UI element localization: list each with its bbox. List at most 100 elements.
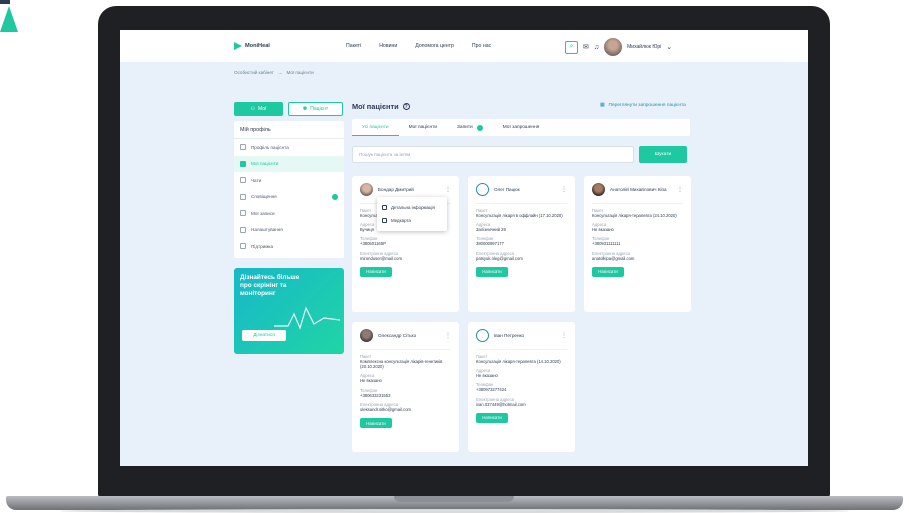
sidebar-item-label: Мої пацієнти	[251, 161, 279, 167]
laptop-shadow	[60, 509, 849, 513]
user-plus-icon: ⚇	[250, 106, 256, 112]
avatar[interactable]	[604, 38, 623, 56]
address-value: Залізничний 29	[476, 227, 506, 233]
email-value: oleksandr.sitko@gmail.com	[360, 406, 412, 412]
sidebar-item-label: Сповіщення	[251, 194, 277, 200]
more-options-icon[interactable]: ⋮	[445, 332, 451, 339]
medical-card-icon	[382, 218, 387, 223]
bell-icon[interactable]: ♫	[594, 44, 599, 51]
patient-tabs: Усі пацієнти Мої пацієнти Запити Мої зап…	[352, 119, 690, 136]
chevron-down-icon[interactable]: ⌄	[666, 43, 672, 51]
laptop-notch	[394, 496, 514, 502]
tab-requests[interactable]: Запити	[447, 119, 493, 136]
sidebar-item-settings[interactable]: Налаштування	[234, 222, 344, 239]
tab-my-patients[interactable]: Мої пацієнти	[399, 119, 447, 136]
sidebar-item-my-patients[interactable]: Мої пацієнти	[234, 155, 344, 172]
sidebar-menu: Мій профіль Профіль пацієнта Мої пацієнт…	[234, 121, 344, 258]
tab-label: Усі пацієнти	[362, 124, 389, 130]
nav-item-help-center[interactable]: Допомога центр	[415, 43, 454, 49]
package-value: Консультація лікаря-терапевта (24.10.202…	[592, 213, 677, 218]
sidebar-item-chats[interactable]: Чати	[234, 172, 344, 189]
sidebar-item-label: Профіль пацієнта	[251, 144, 289, 150]
avatar	[592, 183, 605, 196]
email-value: ivan.037449@hotmail.com	[476, 401, 526, 407]
card-header: Олег Пацюк ⋮	[476, 176, 567, 204]
chat-icon	[240, 177, 246, 184]
more-options-icon[interactable]: ⋮	[445, 186, 451, 193]
package-value: Комплексна консультація лікарів-генетикі…	[360, 359, 443, 370]
promo-button[interactable]: Дізнатися	[242, 330, 286, 341]
top-bar: MoniHeal Пакеті Новини Допомога центр Пр…	[120, 30, 808, 62]
write-button[interactable]: Написати	[592, 266, 624, 277]
avatar	[476, 329, 489, 342]
patient-card: Олександр Сітько ⋮ Пакет Комплексна конс…	[352, 322, 459, 452]
gear-icon	[240, 243, 246, 250]
search-icon[interactable]: ⌕	[565, 40, 578, 54]
corner-logo	[0, 0, 18, 32]
patient-card: Іван Петренко ⋮ Пакет Консультація лікар…	[468, 322, 575, 452]
menu-item-medical-card[interactable]: Медкарта	[382, 214, 442, 227]
search-row: Пошук пацієнта за ім'ям Шукати	[352, 146, 687, 163]
patient-button[interactable]: ⚉ Пацієнт	[288, 102, 343, 116]
phone-value: +380633231553	[360, 392, 391, 398]
write-button[interactable]: Написати	[476, 412, 508, 423]
menu-item-label: Детальна інформація	[391, 205, 435, 210]
write-button[interactable]: Написати	[360, 266, 392, 277]
tab-invitations[interactable]: Мої запрошення	[493, 119, 550, 136]
search-button[interactable]: Шукати	[639, 146, 687, 163]
more-options-icon[interactable]: ⋮	[561, 186, 567, 193]
sidebar-item-label: Мої записи	[251, 210, 275, 216]
phone-value: +380931111111	[592, 241, 621, 247]
add-patient-label: Мої	[258, 106, 267, 112]
sidebar-item-label: Чати	[251, 177, 262, 183]
email-value: patsyuk.oleg@gmail.com	[476, 255, 523, 261]
patients-icon	[240, 160, 246, 167]
sidebar-item-records[interactable]: Мої записи	[234, 205, 344, 222]
app-screen: MoniHeal Пакеті Новини Допомога центр Пр…	[120, 30, 808, 466]
info-icon	[382, 205, 387, 210]
calendar-icon	[240, 210, 246, 217]
search-input[interactable]: Пошук пацієнта за ім'ям	[352, 146, 634, 163]
sidebar-item-label: Підтримка	[251, 243, 274, 249]
tab-all[interactable]: Усі пацієнти	[352, 119, 399, 136]
bell-icon	[240, 193, 246, 200]
address-value: Не вказано	[360, 378, 382, 384]
card-header: Анатолій Михайлович Кіпа ⋮	[592, 176, 683, 204]
card-header: Олександр Сітько ⋮	[360, 322, 451, 350]
brand-logo[interactable]: MoniHeal	[234, 42, 270, 50]
patient-button-label: Пацієнт	[310, 106, 329, 112]
sidebar-item-support[interactable]: Підтримка	[234, 238, 344, 255]
invites-link[interactable]: ▦ Переглянути запрошення пацієнта	[600, 103, 686, 108]
sidebar-item-notifications[interactable]: Сповіщення	[234, 189, 344, 206]
nav-item-packages[interactable]: Пакеті	[346, 43, 361, 49]
page-title: Мої пацієнти ?	[352, 102, 410, 111]
write-button[interactable]: Написати	[476, 266, 508, 277]
mail-icon[interactable]: ✉	[583, 43, 589, 51]
more-options-icon[interactable]: ⋮	[677, 186, 683, 193]
more-options-icon[interactable]: ⋮	[561, 332, 567, 339]
breadcrumb-item-cabinet[interactable]: Особистий кабінет	[234, 70, 274, 75]
help-icon[interactable]: ?	[402, 103, 410, 110]
calendar-icon: ▦	[600, 103, 605, 108]
invites-link-label: Переглянути запрошення пацієнта	[608, 103, 686, 108]
main-nav: Пакеті Новини Допомога центр Про нас	[346, 43, 491, 49]
nav-item-news[interactable]: Новини	[379, 43, 397, 49]
patient-name: Бондар Дмитрий	[378, 187, 414, 192]
brand-mark-icon	[234, 42, 242, 50]
email-value: anatolkipa@gmail.com	[592, 255, 635, 261]
breadcrumb-item-patients: Мої пацієнти	[286, 70, 314, 75]
menu-item-details[interactable]: Детальна інформація	[382, 201, 442, 214]
card-options-menu: Детальна інформація Медкарта	[377, 197, 447, 231]
user-name[interactable]: Михайлюк Юрі	[627, 44, 661, 50]
phone-value: 380000997177	[476, 241, 504, 247]
nav-item-about[interactable]: Про нас	[472, 43, 491, 49]
add-patient-button[interactable]: ⚇ Мої	[234, 102, 283, 116]
profile-icon	[240, 144, 246, 151]
tab-label: Мої запрошення	[502, 125, 540, 130]
write-button[interactable]: Написати	[360, 418, 392, 429]
menu-item-label: Медкарта	[391, 218, 411, 223]
sidebar-item-profile[interactable]: Профіль пацієнта	[234, 139, 344, 156]
sidebar-item-label: Налаштування	[251, 227, 283, 233]
patient-name: Анатолій Михайлович Кіпа	[610, 187, 667, 192]
avatar	[360, 183, 373, 196]
